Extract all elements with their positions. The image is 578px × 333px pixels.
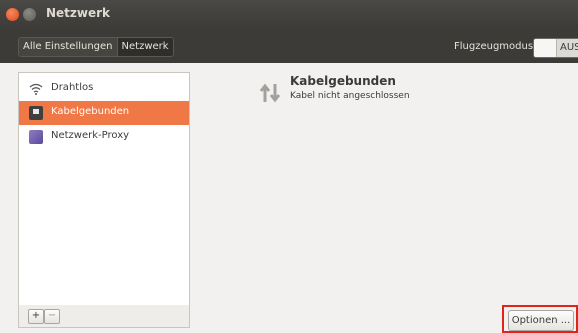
window-title: Netzwerk bbox=[46, 6, 111, 20]
device-list: Drahtlos Kabelgebunden Netzwerk-Proxy bbox=[18, 72, 190, 306]
sidebar-item-label: Netzwerk-Proxy bbox=[51, 130, 130, 141]
device-name: Kabelgebunden bbox=[290, 74, 396, 88]
sidebar-item-network-proxy[interactable]: Netzwerk-Proxy bbox=[19, 125, 189, 149]
toolbar: Alle Einstellungen Netzwerk Flugzeugmodu… bbox=[0, 29, 578, 63]
wired-network-icon bbox=[29, 106, 43, 120]
toggle-knob[interactable] bbox=[534, 39, 557, 57]
minimize-icon[interactable] bbox=[23, 8, 36, 21]
airplane-mode-toggle[interactable]: AUS bbox=[533, 38, 578, 58]
network-proxy-icon bbox=[29, 130, 43, 144]
network-transfer-icon bbox=[257, 80, 283, 106]
breadcrumb-all-settings[interactable]: Alle Einstellungen bbox=[19, 38, 117, 56]
device-list-toolbar: + − bbox=[18, 305, 190, 328]
airplane-mode-label: Flugzeugmodus bbox=[454, 41, 534, 52]
add-device-button[interactable]: + bbox=[28, 309, 44, 324]
close-icon[interactable] bbox=[6, 8, 19, 21]
toggle-state-text: AUS bbox=[560, 42, 578, 53]
wifi-icon bbox=[29, 82, 43, 96]
device-status: Kabel nicht angeschlossen bbox=[290, 91, 410, 101]
breadcrumb: Alle Einstellungen Netzwerk bbox=[18, 37, 174, 57]
options-button[interactable]: Optionen ... bbox=[508, 310, 574, 331]
sidebar-item-wireless[interactable]: Drahtlos bbox=[19, 77, 189, 101]
title-bar: Netzwerk bbox=[0, 0, 578, 29]
sidebar-item-label: Kabelgebunden bbox=[51, 106, 130, 117]
sidebar-item-label: Drahtlos bbox=[51, 82, 94, 93]
sidebar-item-wired[interactable]: Kabelgebunden bbox=[19, 101, 189, 125]
breadcrumb-network[interactable]: Netzwerk bbox=[116, 38, 173, 56]
remove-device-button[interactable]: − bbox=[44, 309, 60, 324]
